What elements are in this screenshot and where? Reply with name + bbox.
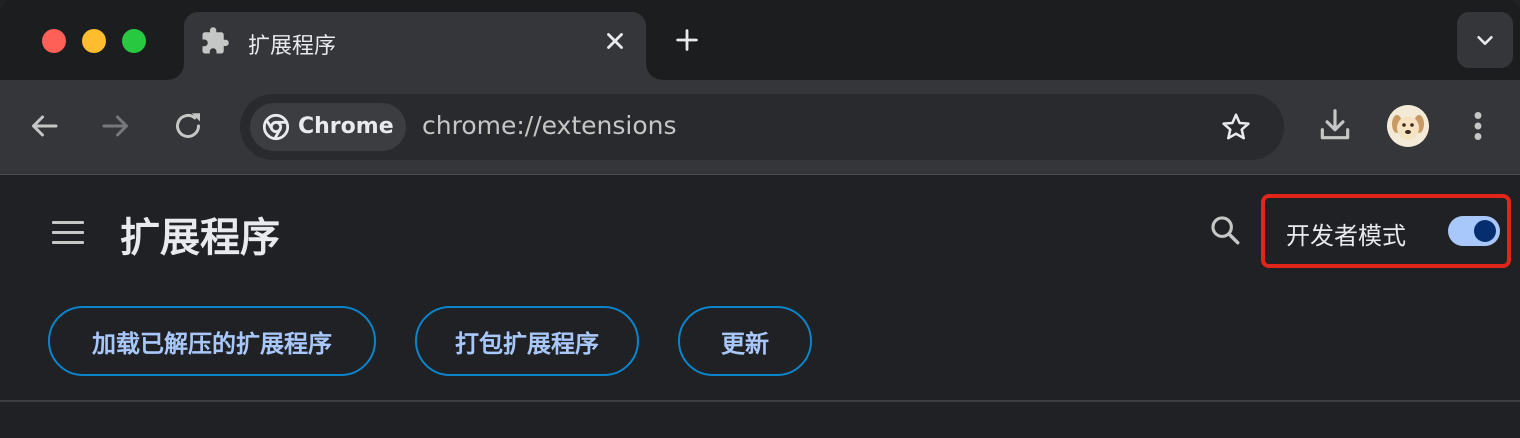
puzzle-piece-icon [202, 27, 229, 54]
forward-arrow-icon[interactable] [98, 108, 134, 144]
chip-label: Chrome [298, 114, 394, 139]
omnibox[interactable]: Chrome chrome://extensions [240, 94, 1284, 160]
update-button[interactable]: 更新 [678, 306, 812, 376]
toggle-knob [1474, 220, 1496, 242]
hamburger-menu-icon[interactable] [52, 221, 84, 245]
url-text[interactable]: chrome://extensions [422, 111, 677, 140]
minimize-window-button[interactable] [82, 29, 106, 53]
site-info-chip[interactable]: Chrome [250, 103, 406, 151]
page-title: 扩展程序 [120, 215, 280, 261]
close-icon[interactable] [602, 28, 628, 54]
tab-extensions[interactable]: 扩展程序 [168, 12, 662, 80]
load-unpacked-button[interactable]: 加载已解压的扩展程序 [48, 306, 376, 376]
chevron-down-icon [1477, 35, 1493, 45]
extensions-page: 扩展程序 开发者模式 加载已解压的扩展程序 打包扩展程序 更新 [0, 175, 1520, 438]
pack-extension-button[interactable]: 打包扩展程序 [415, 306, 639, 376]
toolbar: Chrome chrome://extensions [0, 80, 1520, 175]
new-tab-plus-icon[interactable] [673, 26, 701, 54]
tab-strip: 扩展程序 [0, 0, 1520, 80]
tab-title: 扩展程序 [248, 34, 337, 59]
search-icon[interactable] [1208, 213, 1242, 247]
dog-avatar-icon [1387, 105, 1429, 147]
browser-window: 扩展程序 Chrome chrome://extensions 扩展程序 开发者… [0, 0, 1520, 438]
close-window-button[interactable] [42, 29, 66, 53]
chrome-logo-icon [262, 113, 290, 141]
kebab-menu-icon[interactable] [1466, 108, 1490, 144]
profile-avatar[interactable] [1387, 105, 1429, 147]
maximize-window-button[interactable] [122, 29, 146, 53]
developer-mode-label: 开发者模式 [1286, 222, 1406, 250]
developer-mode-toggle[interactable] [1448, 216, 1500, 246]
reload-icon[interactable] [170, 108, 206, 144]
tab-search-button[interactable] [1457, 12, 1513, 68]
download-icon[interactable] [1316, 106, 1354, 144]
star-icon[interactable] [1220, 111, 1252, 143]
divider [0, 400, 1520, 402]
back-arrow-icon[interactable] [26, 108, 62, 144]
